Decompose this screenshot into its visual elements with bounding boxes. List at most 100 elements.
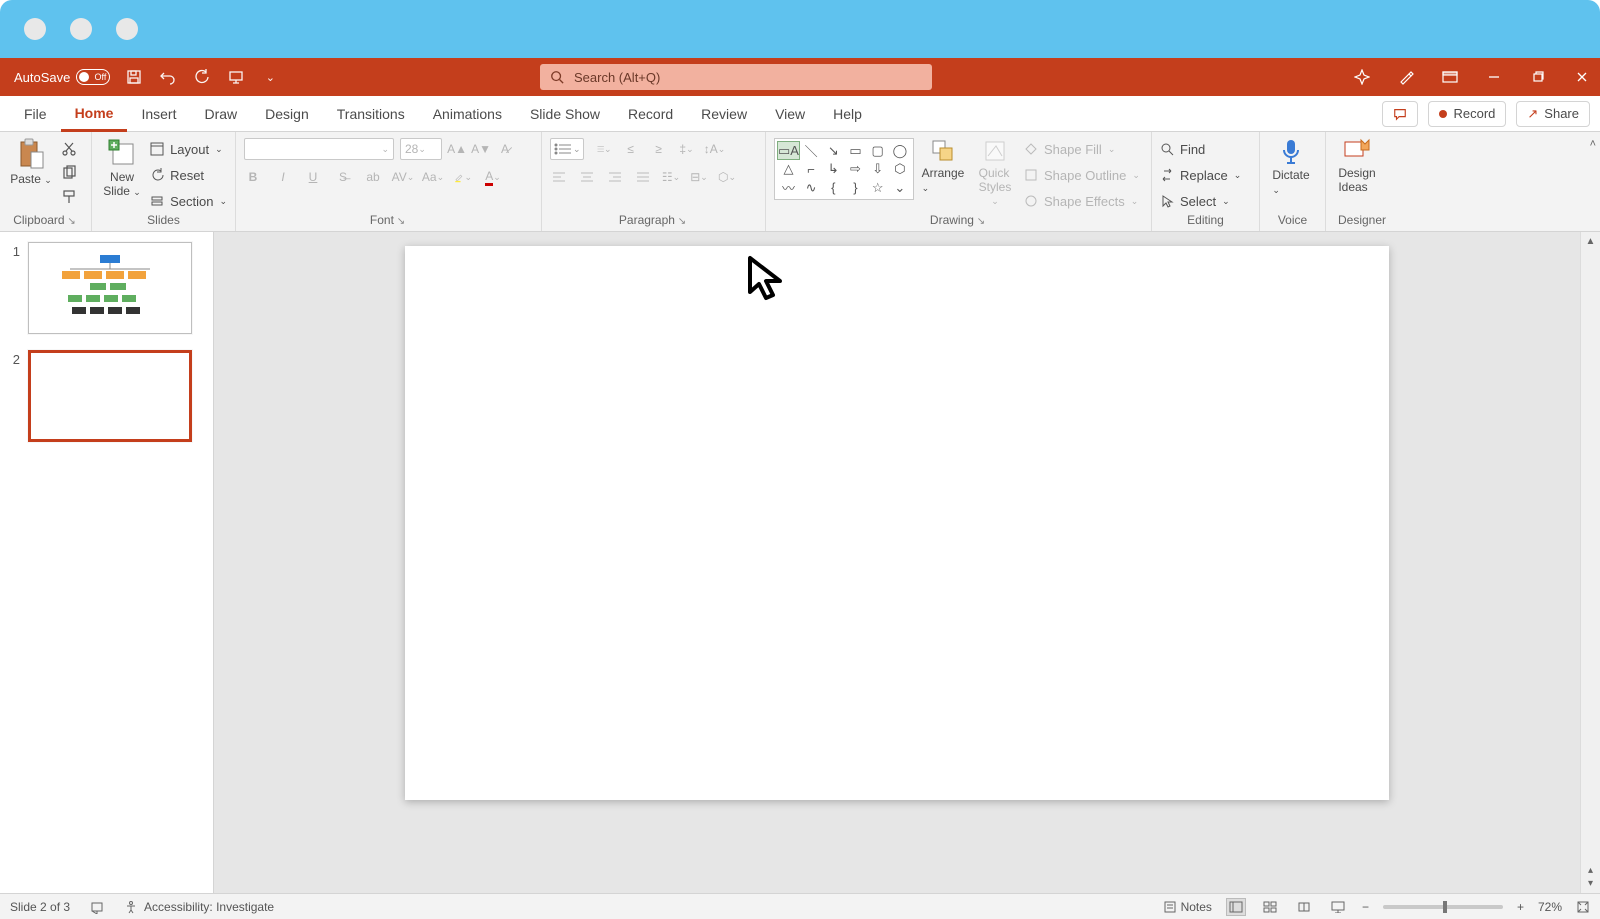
grow-font-icon[interactable]: A▲ [448,140,466,158]
prev-slide-icon[interactable]: ▴ [1588,865,1593,876]
font-family-select[interactable]: ⌄ [244,138,394,160]
design-ideas-button[interactable]: Design Ideas [1334,138,1380,194]
font-launcher-icon[interactable]: ↘ [394,216,407,227]
ribbon-mode-icon[interactable] [1440,71,1460,83]
shadow-icon[interactable]: ab [364,168,382,186]
slide-canvas-area[interactable] [214,232,1580,893]
vertical-scrollbar[interactable]: ▲ ▴ ▾ [1580,232,1600,893]
thumb-row-1[interactable]: 1 [8,242,205,334]
quick-styles-button[interactable]: Quick Styles⌄ [972,138,1018,207]
window-close-dot[interactable] [24,18,46,40]
arrow-right-shape-icon[interactable]: ⇨ [844,160,866,178]
wave-shape-icon[interactable]: ∿ [800,178,822,197]
window-minimize-dot[interactable] [70,18,92,40]
language-icon[interactable] [90,900,104,914]
tab-view[interactable]: View [761,96,819,132]
tab-design[interactable]: Design [251,96,323,132]
zoom-slider[interactable] [1383,905,1503,909]
collapse-ribbon-icon[interactable]: ˄ [1590,138,1596,150]
tab-slideshow[interactable]: Slide Show [516,96,614,132]
numbering-icon[interactable]: ⌄ [594,140,612,158]
section-button[interactable]: Section⌄ [150,190,227,212]
fit-to-window-icon[interactable] [1576,900,1590,914]
line-spacing-icon[interactable]: ‡⌄ [678,140,696,158]
line-shape-icon[interactable]: ＼ [800,141,822,160]
tab-help[interactable]: Help [819,96,876,132]
rectangle-shape-icon[interactable]: ▭ [844,141,866,160]
slide-canvas[interactable] [405,246,1389,800]
window-zoom-dot[interactable] [116,18,138,40]
redo-icon[interactable] [192,67,212,87]
drawing-launcher-icon[interactable]: ↘ [974,216,987,227]
oval-shape-icon[interactable]: ◯ [889,141,911,160]
shape-outline-button[interactable]: Shape Outline⌄ [1024,164,1140,186]
l-shape-icon[interactable]: ⌐ [800,160,822,178]
slide-counter[interactable]: Slide 2 of 3 [10,900,70,914]
tab-home[interactable]: Home [61,96,128,132]
shape-effects-button[interactable]: Shape Effects⌄ [1024,190,1138,212]
italic-icon[interactable]: I [274,168,292,186]
bold-icon[interactable]: B [244,168,262,186]
arrow-down-shape-icon[interactable]: ⇩ [867,160,889,178]
format-painter-icon[interactable] [60,188,78,206]
select-button[interactable]: Select⌄ [1160,190,1230,212]
strike-icon[interactable]: S̶ [334,168,352,186]
shapes-gallery[interactable]: ▭A ＼ ↘ ▭ ▢ ◯ △ ⌐ ↳ ⇨ ⇩ ⬡ 〰 ∿ { } ☆ [774,138,914,200]
justify-icon[interactable] [634,168,652,186]
text-direction-icon[interactable]: ↕A⌄ [706,140,724,158]
window-minimize-icon[interactable] [1484,70,1504,84]
align-text-icon[interactable]: ⊟⌄ [690,168,708,186]
tab-transitions[interactable]: Transitions [323,96,419,132]
char-spacing-icon[interactable]: AV⌄ [394,168,412,186]
replace-button[interactable]: Replace⌄ [1160,164,1241,186]
zoom-in-icon[interactable]: + [1517,900,1524,914]
hexagon-shape-icon[interactable]: ⬡ [889,160,911,178]
slide-thumbnails-panel[interactable]: 1 2 [0,232,214,893]
brace-right-shape-icon[interactable]: } [844,178,866,197]
smartart-convert-icon[interactable]: ⬡⌄ [718,168,736,186]
triangle-shape-icon[interactable]: △ [777,160,800,178]
zoom-level[interactable]: 72% [1538,900,1562,914]
align-center-icon[interactable] [578,168,596,186]
highlight-icon[interactable]: ⌄ [454,168,472,186]
present-from-start-icon[interactable] [226,67,246,87]
coming-soon-icon[interactable] [1396,69,1416,85]
accessibility-status[interactable]: Accessibility: Investigate [124,900,274,914]
connector-shape-icon[interactable]: ↳ [822,160,844,178]
notes-button[interactable]: Notes [1163,900,1212,914]
bullets-icon[interactable]: ⌄ [550,138,584,160]
cut-icon[interactable] [60,140,78,158]
columns-icon[interactable]: ☷⌄ [662,168,680,186]
tab-file[interactable]: File [10,96,61,132]
shrink-font-icon[interactable]: A▼ [472,140,490,158]
more-shapes-icon[interactable]: ⌄ [889,178,911,197]
scroll-up-icon[interactable]: ▲ [1586,236,1596,247]
clear-format-icon[interactable]: A̷ [496,140,514,158]
curve-shape-icon[interactable]: 〰 [777,178,800,197]
tab-insert[interactable]: Insert [127,96,190,132]
undo-icon[interactable] [158,67,178,87]
sorter-view-icon[interactable] [1260,898,1280,916]
paste-button[interactable]: Paste ⌄ [8,138,54,186]
slide-thumb-1[interactable] [28,242,192,334]
save-icon[interactable] [124,67,144,87]
paragraph-launcher-icon[interactable]: ↘ [675,216,688,227]
line-arrow-shape-icon[interactable]: ↘ [822,141,844,160]
next-slide-icon[interactable]: ▾ [1588,878,1593,889]
change-case-icon[interactable]: Aa⌄ [424,168,442,186]
tab-draw[interactable]: Draw [190,96,251,132]
share-button[interactable]: ↗Share [1516,101,1590,127]
window-close-icon[interactable] [1572,70,1592,84]
font-color-icon[interactable]: A⌄ [484,168,502,186]
tab-record[interactable]: Record [614,96,687,132]
reset-button[interactable]: Reset [150,164,204,186]
layout-button[interactable]: Layout⌄ [150,138,223,160]
copy-icon[interactable] [60,164,78,182]
normal-view-icon[interactable] [1226,898,1246,916]
increase-indent-icon[interactable]: ≥ [650,140,668,158]
new-slide-button[interactable]: New Slide ⌄ [100,138,144,198]
underline-icon[interactable]: U [304,168,322,186]
tab-animations[interactable]: Animations [419,96,516,132]
comments-button[interactable] [1382,101,1418,127]
search-input[interactable]: Search (Alt+Q) [540,64,932,90]
